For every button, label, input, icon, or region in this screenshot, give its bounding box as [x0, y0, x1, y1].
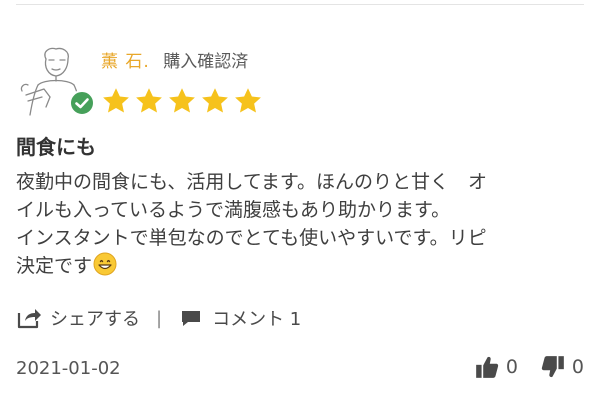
review-body-line: インスタントで単包なのでとても使いやすいです。リピ	[16, 227, 487, 249]
purchase-verified-label: 購入確認済	[163, 52, 249, 72]
share-button[interactable]: シェアする	[16, 305, 140, 331]
review-actions: シェアする | コメント 1	[16, 305, 301, 331]
helpful-button[interactable]: 0	[474, 354, 518, 380]
comment-label: コメント 1	[212, 309, 302, 330]
star-icon	[169, 88, 195, 113]
star-icon	[136, 88, 162, 113]
grinning-face-icon	[93, 252, 117, 276]
review-body-line: 夜勤中の間食にも、活用してます。ほんのりと甘く オ	[16, 171, 488, 193]
review-body-line-last: 決定です	[16, 252, 584, 280]
divider	[16, 4, 584, 5]
review-body: 夜勤中の間食にも、活用してます。ほんのりと甘く オ イルも入っているようで満腹感…	[16, 168, 584, 280]
star-icon	[202, 88, 228, 113]
reviewer-name[interactable]: 薫 石.	[101, 52, 150, 72]
verified-check-icon	[69, 90, 95, 116]
comment-icon	[182, 311, 201, 326]
unhelpful-count: 0	[571, 356, 584, 378]
unhelpful-button[interactable]: 0	[540, 354, 584, 380]
star-icon	[235, 88, 261, 113]
actions-separator: |	[156, 307, 163, 329]
vote-buttons: 0 0	[474, 354, 584, 380]
star-rating	[101, 86, 263, 116]
helpful-count: 0	[505, 356, 518, 378]
thumbs-up-icon	[475, 356, 498, 378]
review-title: 間食にも	[16, 135, 96, 159]
review-date: 2021-01-02	[16, 358, 121, 379]
star-icon	[103, 88, 129, 113]
reviewer-line: 薫 石. 購入確認済	[101, 50, 248, 74]
share-icon	[17, 309, 41, 329]
review-card: 薫 石. 購入確認済 間食にも 夜勤中の間食にも、活用してます。ほんのりと甘く …	[0, 0, 600, 403]
thumbs-down-icon	[541, 356, 564, 378]
review-body-line: イルも入っているようで満腹感もあり助かります。	[16, 199, 451, 221]
share-label: シェアする	[50, 309, 140, 330]
review-body-line-text: 決定です	[16, 255, 93, 277]
comment-button[interactable]: コメント 1	[178, 305, 301, 331]
